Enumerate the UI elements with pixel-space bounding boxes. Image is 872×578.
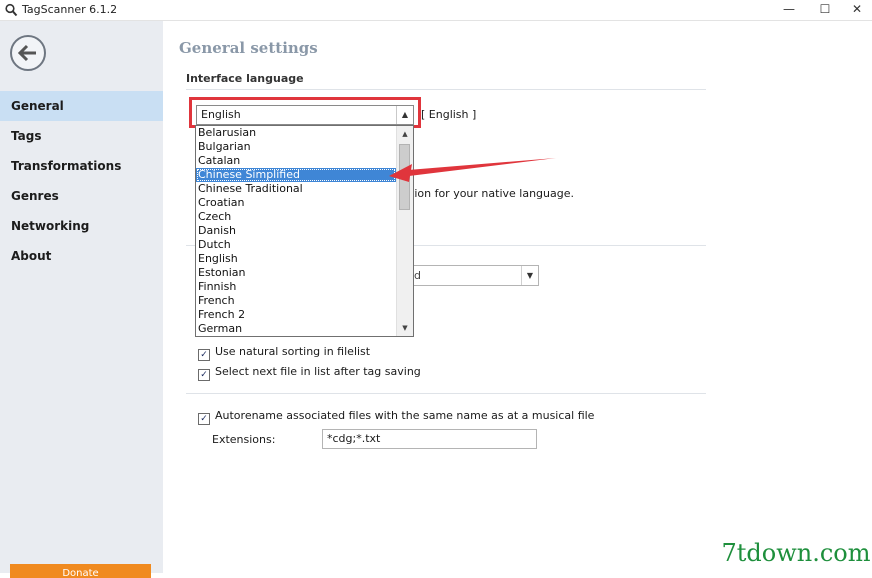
scroll-up-icon[interactable]: ▲ [397, 126, 413, 142]
language-option-highlighted[interactable]: Chinese Simplified [196, 168, 396, 182]
magnifier-app-icon [5, 3, 18, 17]
sidebar-item-about[interactable]: About [0, 241, 163, 271]
language-option[interactable]: Catalan [196, 154, 396, 168]
select-next-checkbox-row[interactable]: ✓ Select next file in list after tag savi… [198, 365, 421, 381]
language-option[interactable]: German [196, 322, 396, 336]
donate-button[interactable]: Donate [10, 564, 151, 578]
arrow-left-icon [17, 44, 36, 62]
select-next-checkbox[interactable]: ✓ [198, 369, 210, 381]
autorename-checkbox-row[interactable]: ✓ Autorename associated files with the sa… [198, 409, 594, 425]
language-option[interactable]: Finnish [196, 280, 396, 294]
sidebar-item-general[interactable]: General [0, 91, 163, 121]
back-button[interactable] [10, 35, 46, 71]
language-option[interactable]: French [196, 294, 396, 308]
annotation-highlight-box [189, 97, 421, 128]
scroll-down-icon[interactable]: ▼ [397, 320, 413, 336]
page-title: General settings [179, 39, 318, 57]
natural-sorting-checkbox[interactable]: ✓ [198, 349, 210, 361]
sidebar-item-tags[interactable]: Tags [0, 121, 163, 151]
language-option[interactable]: Bulgarian [196, 140, 396, 154]
extensions-input[interactable]: *cdg;*.txt [322, 429, 537, 449]
close-button[interactable]: ✕ [840, 0, 872, 20]
checkbox-label: Use natural sorting in filelist [215, 345, 371, 358]
interface-language-label: Interface language [186, 72, 304, 85]
chevron-down-icon[interactable]: ▼ [521, 266, 538, 285]
divider [186, 89, 706, 90]
sidebar-item-transformations[interactable]: Transformations [0, 151, 163, 181]
language-dropdown-list[interactable]: Belarusian Bulgarian Catalan Chinese Sim… [195, 125, 414, 337]
native-language-hint: tion for your native language. [410, 187, 574, 200]
checkbox-label: Select next file in list after tag savin… [215, 365, 421, 378]
language-option[interactable]: Dutch [196, 238, 396, 252]
window-title: TagScanner 6.1.2 [22, 3, 118, 16]
language-option[interactable]: Chinese Traditional [196, 182, 396, 196]
maximize-button[interactable]: ☐ [808, 0, 842, 20]
autorename-checkbox[interactable]: ✓ [198, 413, 210, 425]
language-option[interactable]: Belarusian [196, 126, 396, 140]
sidebar-item-genres[interactable]: Genres [0, 181, 163, 211]
extensions-label: Extensions: [212, 433, 276, 446]
title-bar: TagScanner 6.1.2 — ☐ ✕ [0, 0, 872, 21]
language-option[interactable]: Croatian [196, 196, 396, 210]
sidebar-item-networking[interactable]: Networking [0, 211, 163, 241]
language-option[interactable]: English [196, 252, 396, 266]
sidebar: General Tags Transformations Genres Netw… [0, 21, 163, 578]
language-option[interactable]: French 2 [196, 308, 396, 322]
divider [186, 393, 706, 394]
language-option[interactable]: Czech [196, 210, 396, 224]
scroll-thumb[interactable] [399, 144, 410, 210]
natural-sorting-checkbox-row[interactable]: ✓ Use natural sorting in filelist [198, 345, 370, 361]
dropdown-scrollbar[interactable]: ▲ ▼ [396, 126, 413, 336]
option-select-value: d [414, 269, 421, 282]
current-language-label: [ English ] [421, 108, 477, 121]
watermark: 7tdown.com [720, 534, 872, 573]
language-option[interactable]: Estonian [196, 266, 396, 280]
option-select[interactable]: d ▼ [413, 265, 539, 286]
checkbox-label: Autorename associated files with the sam… [215, 409, 595, 422]
language-option[interactable]: Danish [196, 224, 396, 238]
minimize-button[interactable]: — [772, 0, 806, 20]
